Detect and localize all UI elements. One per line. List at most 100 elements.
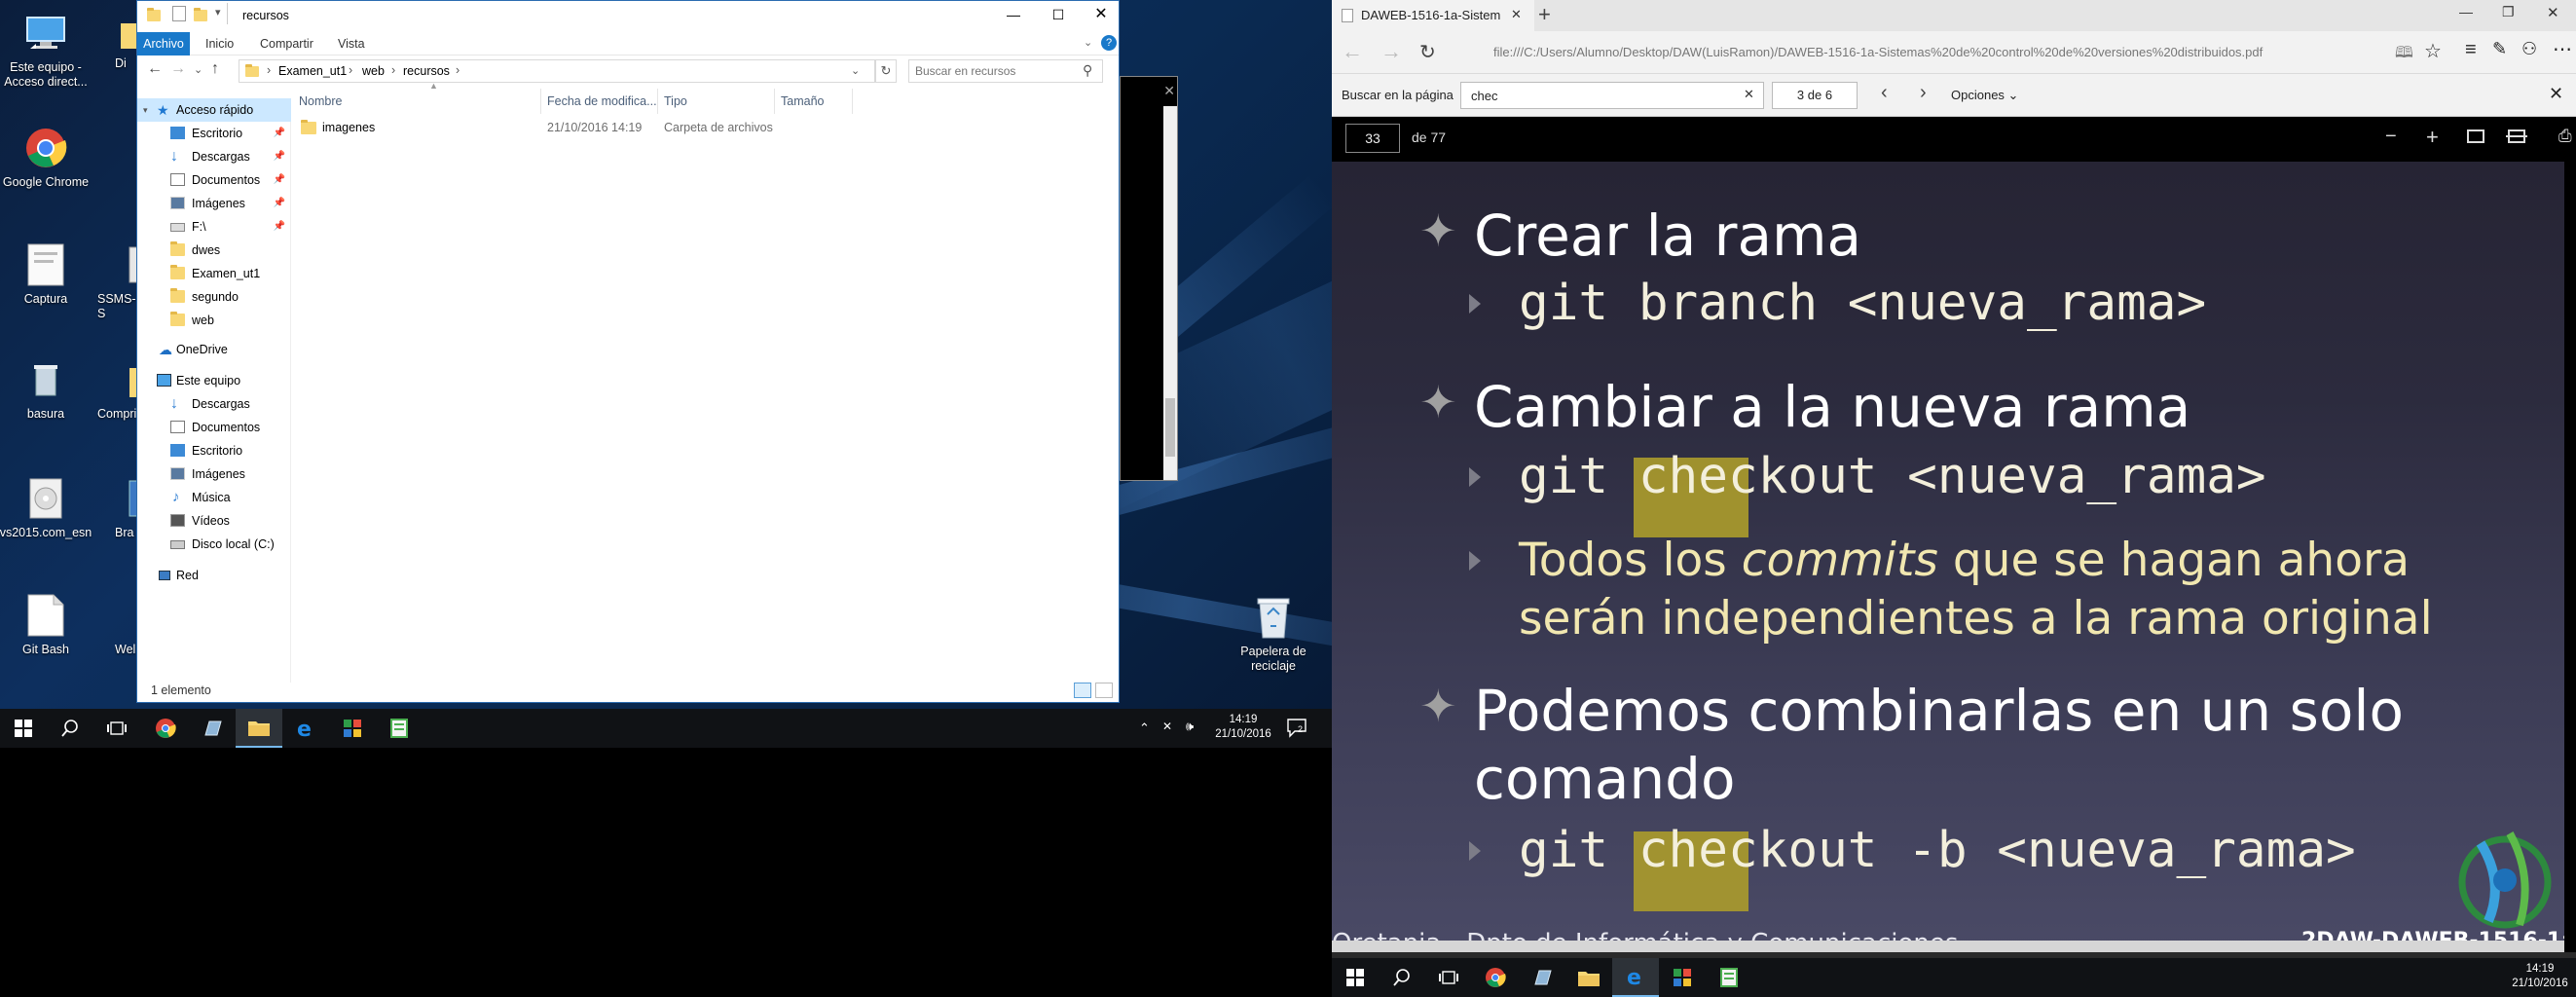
desktop-icon-chrome[interactable]: Google Chrome [0,125,94,190]
recent-locations-icon[interactable]: ⌄ [194,63,202,76]
web-note-icon[interactable]: ✎ [2492,39,2507,59]
start-button[interactable] [1332,958,1379,997]
favorite-star-icon[interactable]: ☆ [2424,39,2442,63]
customize-qat-icon[interactable]: ▾ [215,6,221,18]
table-row[interactable]: imagenes 21/10/2016 14:19 Carpeta de arc… [293,116,1111,139]
desktop-icon-partial[interactable]: Compri [97,356,140,422]
taskbar-edge[interactable]: e [1612,958,1659,997]
desktop-icon-vs2015[interactable]: vs2015.com_esn [0,475,94,540]
title-bar[interactable]: ▾ recursos — ☐ ✕ [137,1,1119,32]
details-view-icon[interactable] [1074,683,1091,698]
search-input[interactable] [915,63,1079,79]
tab-archivo[interactable]: Archivo [137,32,190,55]
url-field[interactable]: file:///C:/Users/Alumno/Desktop/DAW(Luis… [1493,45,2331,59]
hub-icon[interactable]: ≡ [2465,39,2477,61]
nav-item-musica[interactable]: ♪ Música [137,486,291,509]
nav-item-drive-f[interactable]: F:\ 📌 [137,215,291,239]
refresh-icon[interactable]: ↻ [875,59,897,83]
zoom-in-icon[interactable]: + [2426,125,2439,150]
horizontal-scrollbar[interactable] [1332,941,2576,952]
previous-match-icon[interactable]: ‹ [1881,82,1888,104]
taskbar-app[interactable] [189,709,236,748]
taskbar-file-explorer[interactable] [236,709,282,748]
nav-item-segundo[interactable]: segundo [137,285,291,309]
share-icon[interactable]: ⚇ [2521,39,2537,59]
tab-inicio[interactable]: Inicio [205,32,234,55]
refresh-icon[interactable]: ↻ [1419,40,1436,64]
column-header-name[interactable]: Nombre [293,89,541,114]
close-tab-icon[interactable]: ✕ [1511,7,1522,22]
nav-item-local-disk[interactable]: Disco local (C:) [137,533,291,556]
desktop-icon-partial[interactable]: SSMS-S [97,241,140,321]
desktop-icon-this-pc[interactable]: Este equipo - Acceso direct... [0,10,94,90]
options-button[interactable]: Opciones ⌄ [1951,88,2018,103]
reading-view-icon[interactable]: 🕮 [2395,42,2413,68]
close-button[interactable]: ✕ [2547,4,2559,21]
taskbar-app[interactable] [329,709,376,748]
maximize-button[interactable]: ☐ [1039,3,1078,26]
close-icon[interactable]: ✕ [1163,83,1175,99]
tab-vista[interactable]: Vista [338,32,365,55]
zoom-out-icon[interactable]: − [2385,126,2397,148]
forward-icon[interactable]: → [1380,39,1402,64]
column-header-size[interactable]: Tamaño [775,89,853,114]
close-button[interactable]: ✕ [1082,3,1121,26]
nav-item-examen-ut1[interactable]: Examen_ut1 [137,262,291,285]
next-match-icon[interactable]: › [1920,82,1927,104]
taskbar-chrome[interactable] [142,709,189,748]
nav-item-escritorio[interactable]: Escritorio [137,439,291,462]
nav-item-documentos[interactable]: Documentos 📌 [137,168,291,192]
clock[interactable]: 14:19 21/10/2016 [1209,713,1277,742]
volume-icon[interactable]: 🕪 [1186,719,1194,734]
clear-icon[interactable]: ✕ [1744,87,1754,102]
nav-item-descargas[interactable]: ↓ Descargas [137,392,291,416]
desktop-icon-git-bash[interactable]: Git Bash [0,592,94,657]
desktop-icon-captura[interactable]: Captura [0,241,94,307]
chevron-up-icon[interactable]: ⌃ [1139,720,1150,736]
address-bar[interactable]: › Examen_ut1 › web › recursos › ⌄ [239,59,875,83]
new-folder-icon[interactable] [194,8,207,21]
nav-this-pc[interactable]: Este equipo [137,369,291,392]
background-console-window[interactable]: ✕ [1120,76,1178,481]
more-icon[interactable]: ⋯ [2553,37,2572,61]
nav-onedrive[interactable]: ☁ OneDrive [137,338,291,361]
search-box[interactable]: ⚲ [908,59,1103,83]
start-button[interactable] [0,709,47,748]
search-button[interactable] [47,709,93,748]
print-icon[interactable]: ⎙ [2558,127,2572,146]
nav-item-escritorio[interactable]: Escritorio 📌 [137,122,291,145]
chevron-down-icon[interactable]: ⌄ [851,64,860,77]
taskbar-app[interactable] [376,709,423,748]
back-icon[interactable]: ← [147,60,163,78]
taskbar-chrome[interactable] [1472,958,1519,997]
new-tab-button[interactable]: + [1538,2,1551,27]
task-view-button[interactable] [1425,958,1472,997]
properties-icon[interactable] [172,6,186,21]
minimize-button[interactable]: — [994,3,1033,26]
desktop-icon-recycle-bin[interactable]: Papelera de reciclaje [1225,594,1322,674]
desktop-icon-basura[interactable]: basura [0,356,94,422]
vertical-scrollbar[interactable] [2564,162,2576,952]
nav-network[interactable]: Red [137,564,291,587]
restore-button[interactable]: ❐ [2502,4,2515,20]
nav-quick-access[interactable]: ▾ ★ Acceso rápido [137,98,291,122]
column-header-type[interactable]: Tipo [658,89,775,114]
task-view-button[interactable] [93,709,140,748]
breadcrumb-item[interactable]: web [362,64,385,78]
up-icon[interactable]: ↑ [211,60,219,78]
taskbar-app[interactable] [1659,958,1706,997]
taskbar-app[interactable] [1519,958,1565,997]
breadcrumb-item[interactable]: recursos [403,64,450,78]
nav-item-imagenes[interactable]: Imágenes [137,462,291,486]
close-find-icon[interactable]: ✕ [2549,84,2563,104]
action-center-button[interactable]: 2 [1287,719,1308,738]
nav-item-videos[interactable]: Vídeos [137,509,291,533]
taskbar-app[interactable] [1706,958,1752,997]
large-icons-view-icon[interactable] [1095,683,1113,698]
minimize-button[interactable]: — [2459,4,2473,19]
breadcrumb-item[interactable]: Examen_ut1 [278,64,347,78]
nav-item-dwes[interactable]: dwes [137,239,291,262]
help-icon[interactable]: ? [1101,35,1117,51]
browser-tab[interactable]: DAWEB-1516-1a-Sistem ✕ [1332,0,1534,31]
back-icon[interactable]: ← [1342,39,1363,64]
